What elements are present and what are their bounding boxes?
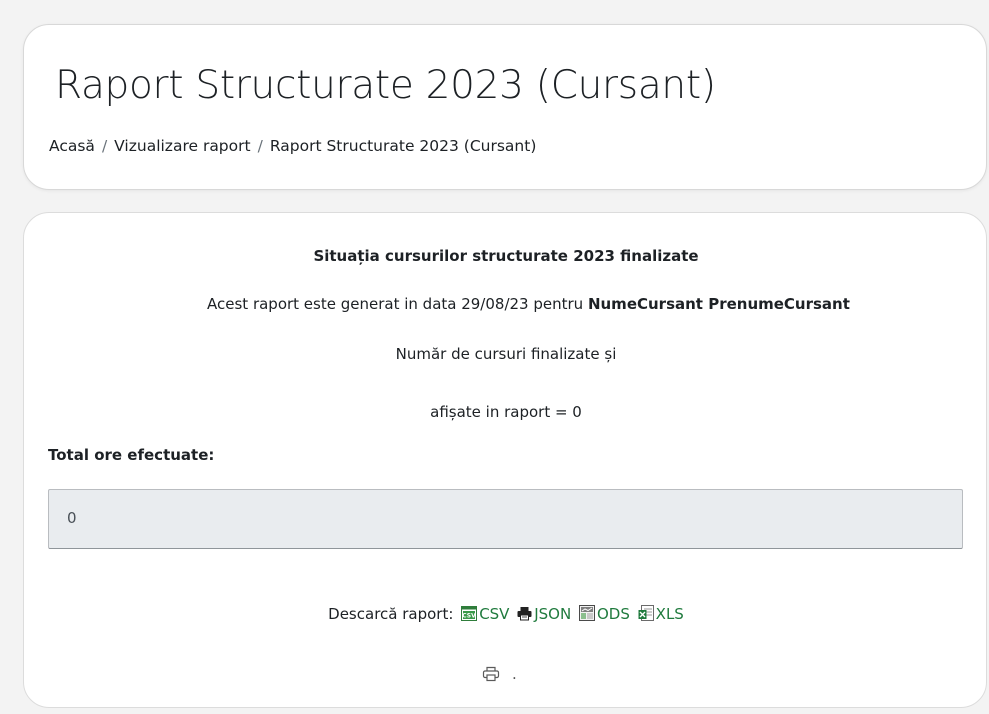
xls-icon (638, 605, 654, 621)
breadcrumb-home[interactable]: Acasă (49, 137, 95, 155)
printer-icon (517, 607, 532, 621)
download-row: Descarcă raport: CSV CSV JSON ODS XLS (24, 605, 988, 623)
breadcrumb-view-report[interactable]: Vizualizare raport (114, 137, 250, 155)
download-label: Descarcă raport: (328, 605, 454, 623)
svg-text:CSV: CSV (462, 613, 476, 620)
download-xls-label: XLS (655, 605, 684, 623)
breadcrumb-current: Raport Structurate 2023 (Cursant) (269, 137, 537, 155)
breadcrumb-separator: / (257, 137, 263, 155)
total-hours-label: Total ore efectuate: (48, 446, 215, 464)
course-count-line-2: afișate in raport = 0 (430, 403, 582, 421)
print-row: . (482, 665, 517, 683)
ods-icon (579, 605, 595, 621)
total-hours-field: 0 (48, 489, 963, 549)
trailing-dot: . (512, 665, 517, 683)
download-csv-link[interactable]: CSV CSV (458, 605, 509, 623)
download-xls-link[interactable]: XLS (635, 605, 684, 623)
breadcrumb-separator: / (101, 137, 108, 155)
report-generated-info: Acest raport este generat in data 29/08/… (207, 295, 850, 313)
csv-icon: CSV (461, 606, 478, 621)
download-ods-link[interactable]: ODS (576, 605, 630, 623)
report-title: Situația cursurilor structurate 2023 fin… (313, 247, 699, 265)
download-json-label: JSON (534, 605, 572, 623)
generated-text: Acest raport este generat in data 29/08/… (207, 295, 588, 313)
user-name: NumeCursant PrenumeCursant (587, 295, 850, 313)
download-json-link[interactable]: JSON (514, 605, 571, 623)
download-ods-label: ODS (597, 605, 630, 623)
page-header: Raport Structurate 2023 (Cursant) Acasă /… (23, 24, 987, 190)
report-card: Situația cursurilor structurate 2023 fin… (23, 212, 987, 708)
download-csv-label: CSV (479, 605, 510, 623)
page-title: Raport Structurate 2023 (Cursant) (55, 63, 716, 108)
breadcrumb: Acasă / Vizualizare raport / Raport Structur… (49, 137, 536, 155)
print-icon[interactable] (482, 666, 500, 682)
course-count-line-1: Număr de cursuri finalizate și (395, 345, 617, 363)
